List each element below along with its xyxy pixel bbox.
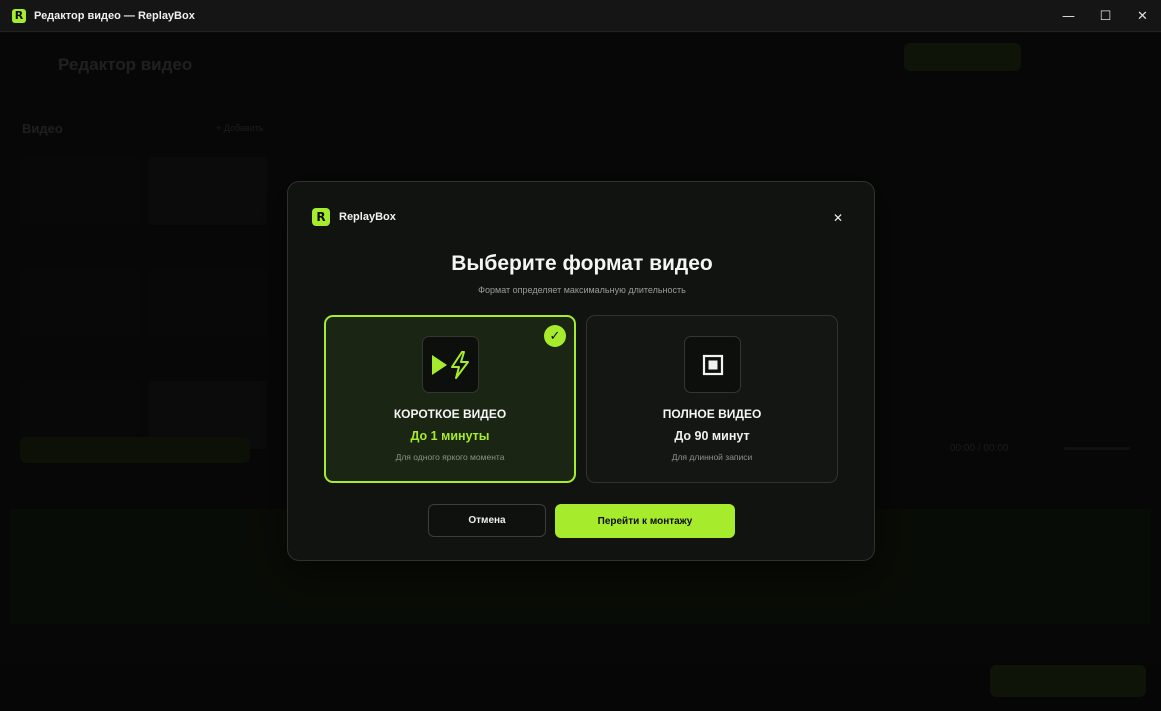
- selected-check-icon: ✓: [544, 325, 566, 347]
- modal-title: Выберите формат видео: [451, 252, 713, 275]
- minimize-button[interactable]: —: [1050, 0, 1087, 32]
- format-picker-modal: R ReplayBox ✕ Выберите формат видео Форм…: [287, 181, 875, 561]
- modal-brand: R ReplayBox: [312, 208, 396, 226]
- go-to-editing-button[interactable]: Перейти к монтажу: [555, 504, 735, 538]
- app-logo-icon: R: [12, 8, 26, 23]
- option-limit: До 1 минуты: [410, 429, 490, 443]
- close-icon[interactable]: ✕: [830, 210, 846, 226]
- modal-subtitle: Формат определяет максимальную длительно…: [478, 285, 686, 295]
- option-name: КОРОТКОЕ ВИДЕО: [393, 407, 507, 421]
- window-title: Редактор видео — ReplayBox: [34, 9, 195, 22]
- play-bolt-icon: [422, 336, 479, 393]
- maximize-button[interactable]: ☐: [1087, 0, 1124, 32]
- close-window-button[interactable]: ✕: [1124, 0, 1161, 32]
- option-description: Для одного яркого момента: [395, 452, 505, 462]
- option-limit: До 90 минут: [674, 429, 750, 443]
- window-titlebar: R Редактор видео — ReplayBox — ☐ ✕: [0, 0, 1161, 32]
- brand-logo-icon: R: [312, 208, 330, 226]
- format-option-short[interactable]: ✓ КОРОТКОЕ ВИДЕО До 1 минуты Для одного …: [324, 315, 576, 483]
- square-frame-icon: [684, 336, 741, 393]
- option-name: ПОЛНОЕ ВИДЕО: [662, 407, 762, 421]
- option-description: Для длинной записи: [671, 452, 753, 462]
- cancel-button[interactable]: Отмена: [428, 504, 546, 537]
- window-controls: — ☐ ✕: [1050, 0, 1161, 32]
- brand-name: ReplayBox: [339, 211, 396, 223]
- format-option-full[interactable]: ПОЛНОЕ ВИДЕО До 90 минут Для длинной зап…: [586, 315, 838, 483]
